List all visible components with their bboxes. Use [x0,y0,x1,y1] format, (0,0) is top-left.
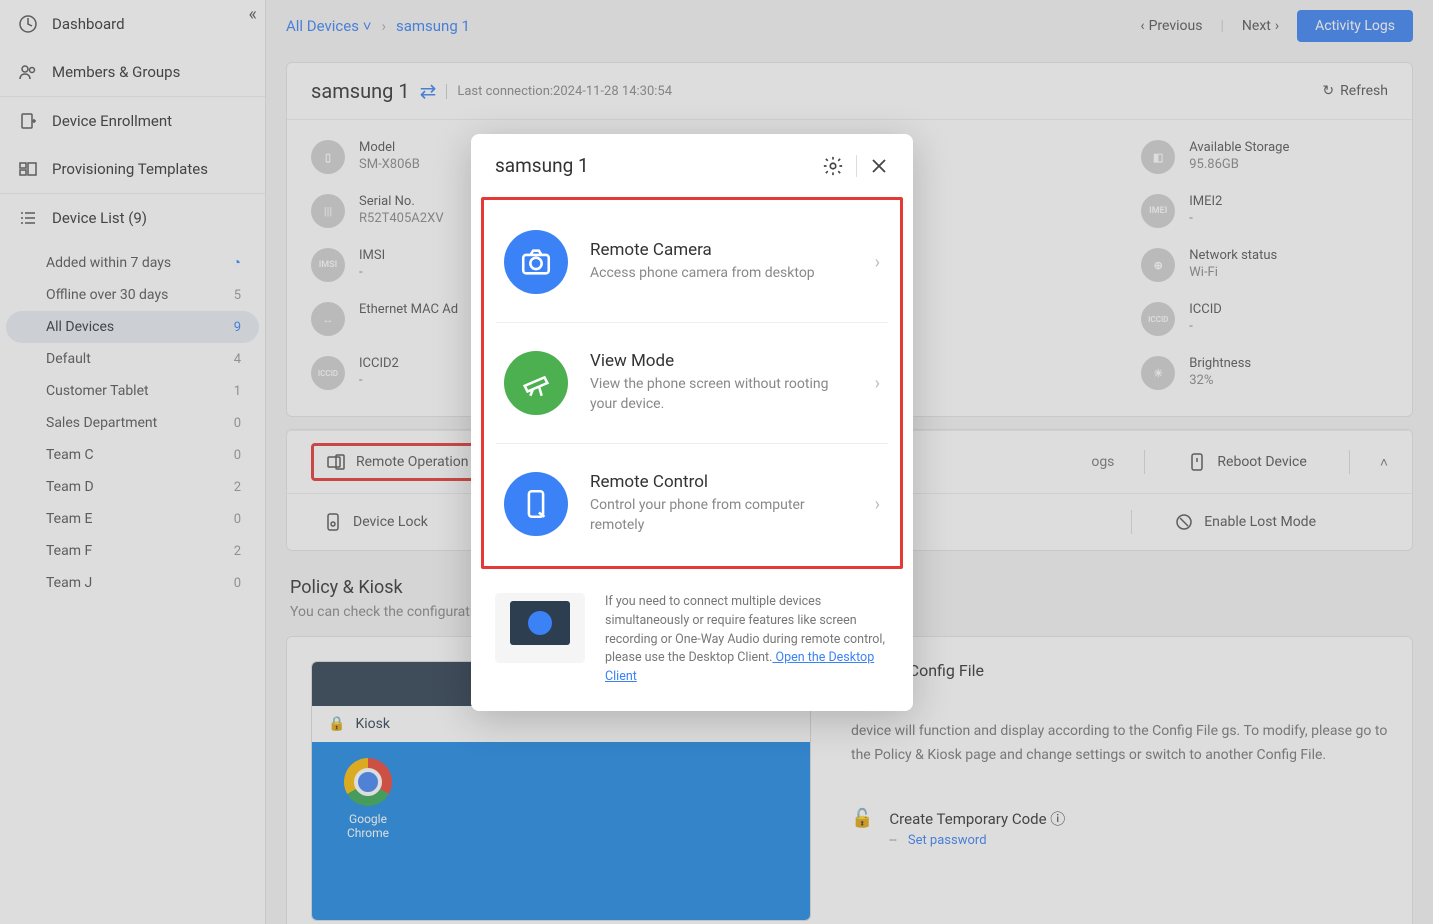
desktop-client-illustration [495,593,585,663]
modal-options-highlight: Remote CameraAccess phone camera from de… [481,197,903,569]
chevron-right-icon: › [875,373,880,394]
chevron-right-icon: › [875,252,880,273]
phone-control-icon [504,472,568,536]
camera-icon [504,230,568,294]
option-view-mode[interactable]: View ModeView the phone screen without r… [496,323,888,444]
telescope-icon [504,351,568,415]
option-remote-control[interactable]: Remote ControlControl your phone from co… [496,444,888,564]
settings-icon[interactable] [822,155,844,177]
option-remote-camera[interactable]: Remote CameraAccess phone camera from de… [496,202,888,323]
modal-footer: If you need to connect multiple devices … [471,569,913,711]
modal-title: samsung 1 [495,154,810,177]
remote-operation-modal: samsung 1 Remote CameraAccess phone came… [471,134,913,711]
chevron-right-icon: › [875,494,880,515]
close-icon[interactable] [869,156,889,176]
